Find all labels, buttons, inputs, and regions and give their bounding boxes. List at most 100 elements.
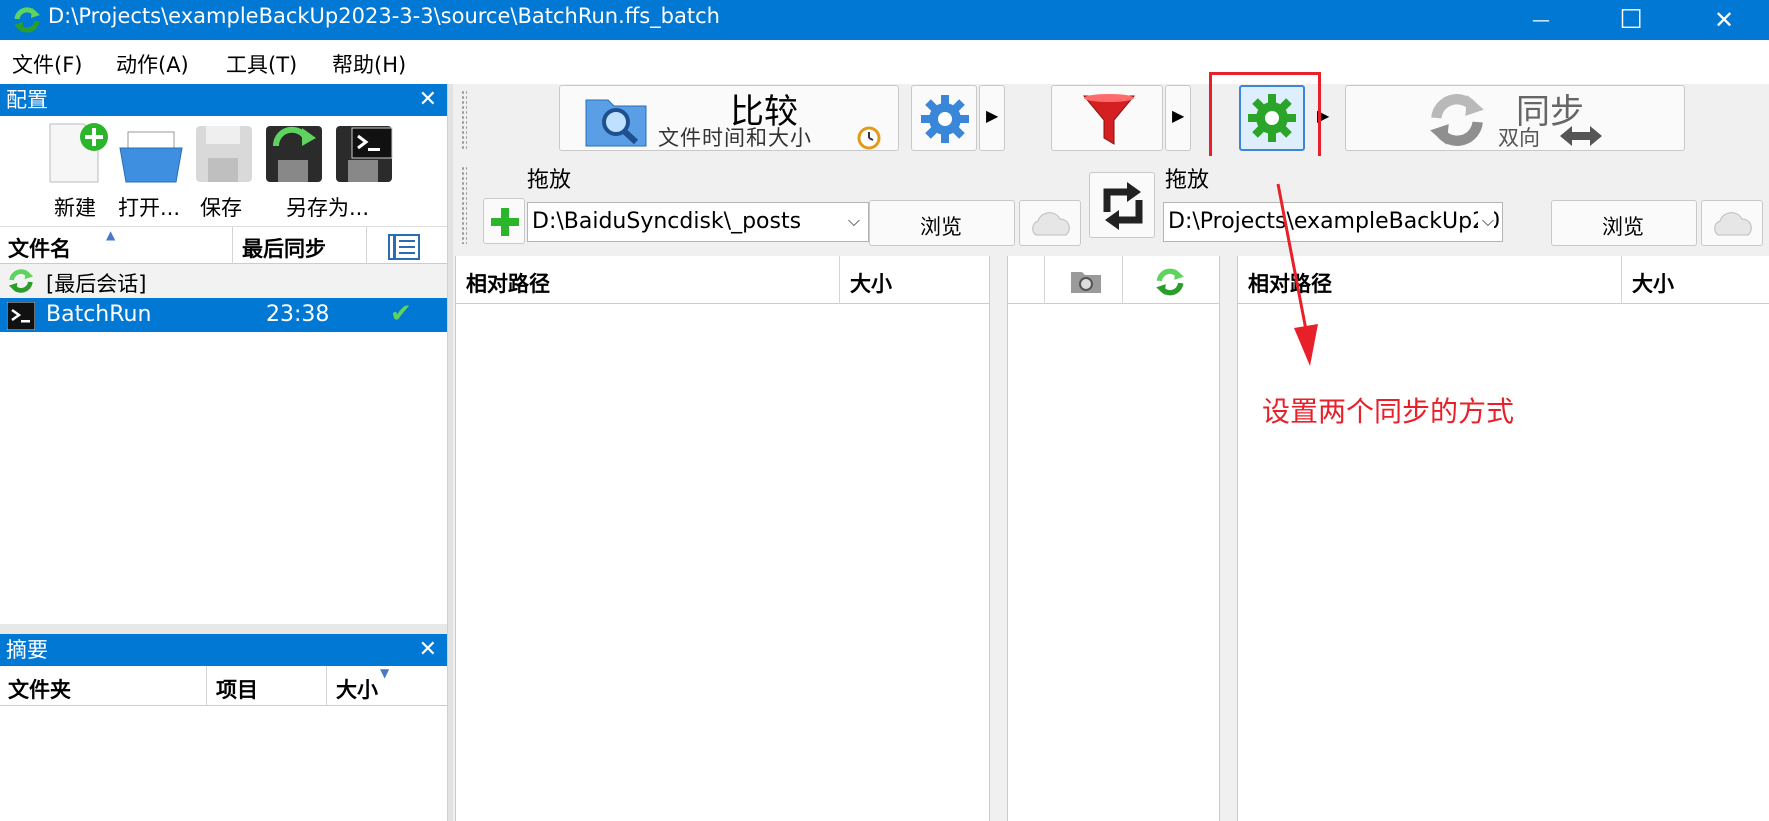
list-item-selected[interactable]: BatchRun 23:38 ✔: [0, 298, 447, 332]
column-size[interactable]: 大小: [1632, 268, 1674, 298]
open-label: 打开...: [118, 196, 181, 220]
save-as-label: 另存为...: [286, 196, 370, 220]
compare-settings-button[interactable]: [911, 85, 977, 151]
column-divider: [326, 666, 327, 706]
column-filename[interactable]: 文件名: [8, 233, 71, 263]
column-divider: [1621, 256, 1622, 304]
left-cloud-button[interactable]: [1019, 200, 1081, 246]
add-plus-icon: [491, 208, 519, 236]
save-as-batch-button[interactable]: [332, 120, 398, 188]
left-folder-path: D:\BaiduSyncdisk\_posts: [532, 209, 802, 234]
config-panel-close-icon[interactable]: ✕: [419, 84, 437, 116]
middle-grid-header: [1008, 256, 1220, 304]
folder-bar-grip[interactable]: [461, 166, 467, 244]
compare-category-icon[interactable]: [1070, 268, 1102, 294]
sync-button[interactable]: 同步 双向: [1345, 85, 1685, 151]
left-grid-header: 相对路径 大小: [456, 256, 990, 304]
add-folder-pair-button[interactable]: [483, 198, 525, 244]
column-divider: [1044, 256, 1045, 304]
open-folder-icon: [119, 131, 183, 183]
cloud-icon: [1714, 212, 1752, 236]
swap-arrows-icon: [1103, 182, 1143, 230]
batch-icon: [7, 302, 35, 330]
grid-splitter[interactable]: [1219, 256, 1237, 821]
new-label: 新建: [54, 196, 96, 220]
menu-bar: 文件(F) 动作(A) 工具(T) 帮助(H): [0, 40, 1769, 84]
summary-panel-close-icon[interactable]: ✕: [419, 634, 437, 666]
panel-splitter[interactable]: [0, 624, 447, 634]
column-size[interactable]: 大小: [850, 268, 892, 298]
alarm-clock-icon: [857, 126, 881, 150]
column-divider: [206, 666, 207, 706]
annotation-arrow-icon: [1276, 183, 1318, 366]
minimize-icon: —: [1532, 9, 1550, 31]
filter-dropdown-button[interactable]: ▶: [1165, 85, 1191, 151]
main-toolbar: 比较 文件时间和大小 ▶ ▶ ▶ 同步 双向: [453, 72, 1769, 164]
summary-panel-title: 摘要: [6, 638, 48, 662]
save-label: 保存: [200, 196, 242, 220]
left-folder-input[interactable]: D:\BaiduSyncdisk\_posts ⌵: [527, 202, 869, 242]
right-cloud-button[interactable]: [1701, 200, 1763, 246]
left-file-grid[interactable]: 相对路径 大小: [455, 256, 990, 821]
cloud-icon: [1032, 212, 1070, 236]
menu-help[interactable]: 帮助(H): [332, 49, 406, 79]
grid-splitter[interactable]: [989, 256, 1007, 821]
column-divider: [1122, 256, 1123, 304]
minimize-button[interactable]: —: [1501, 0, 1581, 40]
right-browse-button[interactable]: 浏览: [1551, 200, 1697, 246]
list-item[interactable]: [最后会话]: [0, 264, 447, 298]
annotation-text: 设置两个同步的方式: [1262, 395, 1515, 428]
left-browse-button[interactable]: 浏览: [869, 200, 1015, 246]
config-panel-header: 配置 ✕: [0, 84, 447, 116]
menu-file[interactable]: 文件(F): [12, 49, 82, 79]
menu-action[interactable]: 动作(A): [116, 49, 189, 79]
success-check-icon: ✔: [390, 299, 412, 329]
summary-panel-header: 摘要 ✕: [0, 634, 447, 666]
column-divider: [232, 227, 233, 265]
sort-descending-icon: ▼: [380, 666, 390, 680]
close-icon: ✕: [1713, 6, 1735, 34]
column-size[interactable]: 大小: [336, 674, 378, 704]
middle-action-grid[interactable]: [1007, 256, 1220, 821]
column-last-sync[interactable]: 最后同步: [242, 233, 326, 263]
maximize-icon: ☐: [1619, 5, 1643, 35]
right-folder-path: D:\Projects\exampleBackUp20: [1168, 209, 1501, 234]
right-folder-input[interactable]: D:\Projects\exampleBackUp20 ⌵: [1163, 202, 1503, 242]
compare-variant-label: 文件时间和大小: [658, 126, 812, 150]
close-window-button[interactable]: ✕: [1684, 0, 1764, 40]
sync-arrows-icon: [1430, 94, 1484, 146]
summary-list-header: 文件夹 项目 大小 ▼: [0, 666, 447, 706]
left-drop-label: 拖放: [527, 168, 572, 193]
column-folder[interactable]: 文件夹: [8, 674, 71, 704]
menu-tools[interactable]: 工具(T): [226, 49, 297, 79]
open-config-button[interactable]: [118, 120, 184, 188]
save-config-button[interactable]: [192, 120, 258, 188]
column-divider: [366, 227, 367, 265]
dropdown-arrow-icon: ▶: [986, 106, 999, 125]
sync-action-icon[interactable]: [1154, 266, 1186, 298]
toolbar-grip[interactable]: [461, 90, 467, 150]
summary-panel: 摘要 ✕ 文件夹 项目 大小 ▼: [0, 634, 447, 821]
swap-sides-button[interactable]: [1089, 172, 1155, 238]
config-name: BatchRun: [46, 302, 152, 327]
config-panel-title: 配置: [6, 88, 48, 112]
sync-icon: [8, 269, 34, 293]
compare-button[interactable]: 比较 文件时间和大小: [559, 85, 899, 151]
new-config-button[interactable]: [44, 120, 110, 188]
config-name: [最后会话]: [46, 272, 147, 296]
freefilesync-app-icon: [14, 7, 40, 33]
list-options-icon[interactable]: [388, 234, 420, 260]
chevron-down-icon[interactable]: ⌵: [1477, 211, 1494, 231]
column-relative-path[interactable]: 相对路径: [466, 268, 550, 298]
chevron-down-icon[interactable]: ⌵: [848, 211, 860, 231]
save-disk-icon: [196, 126, 252, 182]
compare-dropdown-button[interactable]: ▶: [979, 85, 1005, 151]
left-browse-label: 浏览: [920, 215, 962, 239]
maximize-button[interactable]: ☐: [1591, 0, 1671, 40]
save-as-sync-button[interactable]: [262, 120, 328, 188]
annotation-highlight-box: [1209, 72, 1321, 164]
column-items[interactable]: 项目: [216, 674, 258, 704]
blue-gear-icon: [921, 95, 969, 143]
column-divider: [839, 256, 840, 304]
filter-button[interactable]: [1051, 85, 1163, 151]
